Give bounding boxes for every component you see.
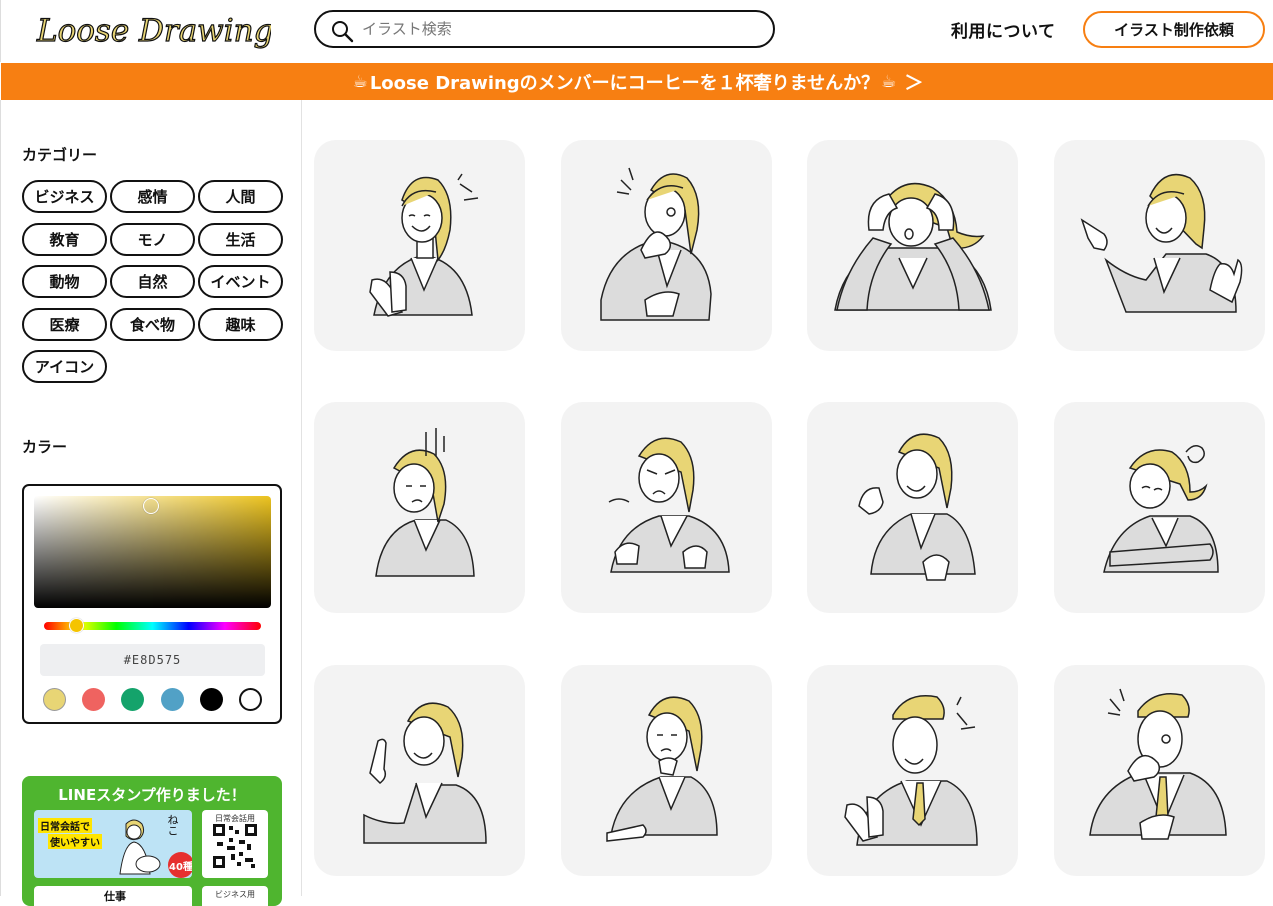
swatch-blue[interactable] <box>161 688 184 711</box>
banner-text: Loose Drawingのメンバーにコーヒーを１杯奢りませんか？ <box>369 72 880 94</box>
qr-code-daily[interactable]: 日常会話用 <box>202 810 268 878</box>
woman-idea-illustration <box>363 702 487 844</box>
search-input[interactable] <box>362 18 762 40</box>
color-heading: カラー <box>22 438 68 456</box>
coffee-icon: ☕ <box>881 71 897 92</box>
illustration-card[interactable] <box>561 402 772 613</box>
woman-pointing-illustration <box>1080 173 1243 313</box>
svg-text:Loose Drawing: Loose Drawing <box>36 13 271 49</box>
illustration-card[interactable] <box>807 402 1018 613</box>
swatch-red[interactable] <box>82 688 105 711</box>
woman-headache-illustration <box>834 182 992 311</box>
illustration-card[interactable] <box>314 140 525 351</box>
chevron-right-icon: ＞ <box>904 72 924 94</box>
category-business[interactable]: ビジネス <box>22 180 107 213</box>
man-surprised-illustration <box>1089 688 1227 840</box>
illustration-card[interactable] <box>314 665 525 876</box>
swatch-green[interactable] <box>121 688 144 711</box>
woman-refusing-illustration <box>369 173 479 317</box>
category-human[interactable]: 人間 <box>198 180 283 213</box>
woman-pondering-illustration <box>606 696 718 842</box>
qr-label: ビジネス用 <box>215 890 255 899</box>
hue-slider-handle[interactable] <box>69 618 84 633</box>
woman-determined-illustration <box>858 433 976 581</box>
category-life[interactable]: 生活 <box>198 223 283 256</box>
woman-depressed-illustration <box>375 428 475 577</box>
line-stamp-promo[interactable]: LINEスタンプ作りました！ 日常会話で 使いやすい ねこ 40種 日常会話用 <box>22 776 282 906</box>
swatch-white[interactable] <box>239 688 262 711</box>
daily-stamp-banner[interactable]: 日常会話で 使いやすい ねこ 40種 <box>34 810 192 878</box>
illustration-grid <box>302 100 1273 896</box>
illustration-card[interactable] <box>314 402 525 613</box>
color-picker-handle[interactable] <box>143 498 159 514</box>
illustration-card[interactable] <box>1054 402 1265 613</box>
woman-surprised-illustration <box>600 167 712 321</box>
illustration-card[interactable] <box>561 140 772 351</box>
man-refusing-illustration <box>844 695 978 846</box>
about-usage-link[interactable]: 利用について <box>951 17 1056 42</box>
color-picker: #E8D575 <box>22 484 282 724</box>
woman-tired-illustration <box>1103 445 1219 573</box>
line-promo-title: LINEスタンプ作りました！ <box>58 786 246 804</box>
coffee-banner[interactable]: ☕ Loose Drawingのメンバーにコーヒーを１杯奢りませんか？ ☕ ＞ <box>1 63 1273 100</box>
illustration-card[interactable] <box>807 665 1018 876</box>
qr-code-business[interactable]: ビジネス用 <box>202 886 268 906</box>
category-event[interactable]: イベント <box>198 265 283 298</box>
illustration-card[interactable] <box>807 140 1018 351</box>
category-heading: カテゴリー <box>22 146 98 164</box>
stamp-neko-text: ねこ <box>166 814 179 836</box>
search-bar <box>314 10 775 48</box>
qr-label: 日常会話用 <box>215 814 255 823</box>
swatch-black[interactable] <box>200 688 223 711</box>
swatch-yellow[interactable] <box>43 688 66 711</box>
business-stamp-banner[interactable]: 仕事 <box>34 886 192 906</box>
stamp-text: 使いやすい <box>48 834 102 849</box>
saturation-value-area[interactable] <box>34 496 271 608</box>
site-header: Loose Drawing 利用について イラスト制作依頼 <box>0 0 1273 62</box>
stamp-text: 日常会話で <box>38 818 92 833</box>
illustration-card[interactable] <box>561 665 772 876</box>
coffee-icon: ☕ <box>352 71 368 92</box>
category-icon[interactable]: アイコン <box>22 350 107 383</box>
site-logo[interactable]: Loose Drawing <box>35 10 274 52</box>
hex-value-field[interactable]: #E8D575 <box>40 644 265 676</box>
woman-angry-illustration <box>608 437 730 573</box>
category-medical[interactable]: 医療 <box>22 308 107 341</box>
woman-cat-illustration <box>119 819 161 875</box>
stamp-count-badge: 40種 <box>168 852 192 878</box>
illustration-request-button[interactable]: イラスト制作依頼 <box>1083 11 1265 48</box>
illustration-card[interactable] <box>1054 665 1265 876</box>
qr-code-icon <box>213 824 257 868</box>
category-animal[interactable]: 動物 <box>22 265 107 298</box>
category-education[interactable]: 教育 <box>22 223 107 256</box>
stamp-text: 仕事 <box>104 890 126 903</box>
search-icon[interactable] <box>330 19 354 43</box>
category-nature[interactable]: 自然 <box>110 265 195 298</box>
hue-slider[interactable] <box>44 618 261 633</box>
category-hobby[interactable]: 趣味 <box>198 308 283 341</box>
category-emotion[interactable]: 感情 <box>110 180 195 213</box>
illustration-card[interactable] <box>1054 140 1265 351</box>
category-things[interactable]: モノ <box>110 223 195 256</box>
sidebar: カテゴリー ビジネス 感情 人間 教育 モノ 生活 動物 自然 イベント 医療 … <box>0 100 302 906</box>
category-food[interactable]: 食べ物 <box>110 308 195 341</box>
